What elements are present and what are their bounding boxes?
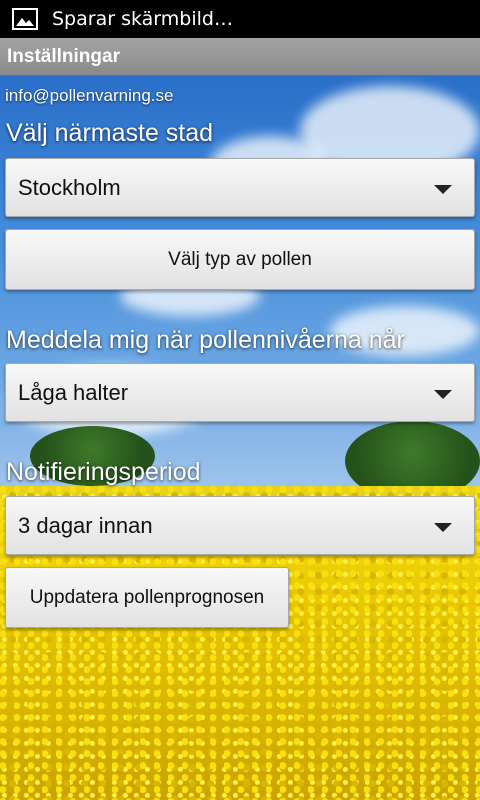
notify-period-select[interactable]: 3 dagar innan <box>5 496 475 555</box>
chevron-down-icon <box>434 523 452 532</box>
pollen-type-button[interactable]: Välj typ av pollen <box>5 229 475 290</box>
city-select[interactable]: Stockholm <box>5 158 475 217</box>
contact-email: info@pollenvarning.se <box>5 86 174 105</box>
update-forecast-button[interactable]: Uppdatera pollenprognosen <box>5 567 289 628</box>
chevron-down-icon <box>434 185 452 194</box>
chevron-down-icon <box>434 390 452 399</box>
image-icon <box>12 8 38 30</box>
notify-level-label: Meddela mig när pollennivåerna når <box>6 326 405 354</box>
status-text: Sparar skärmbild… <box>52 8 233 30</box>
page-title: Inställningar <box>0 38 480 76</box>
notify-period-select-value: 3 dagar innan <box>18 512 153 538</box>
notify-level-select[interactable]: Låga halter <box>5 363 475 422</box>
city-select-value: Stockholm <box>18 174 121 200</box>
status-bar: Sparar skärmbild… <box>0 0 480 38</box>
notify-level-select-value: Låga halter <box>18 379 129 405</box>
notify-period-label: Notifieringsperiod <box>6 458 201 486</box>
city-label: Välj närmaste stad <box>6 119 214 147</box>
